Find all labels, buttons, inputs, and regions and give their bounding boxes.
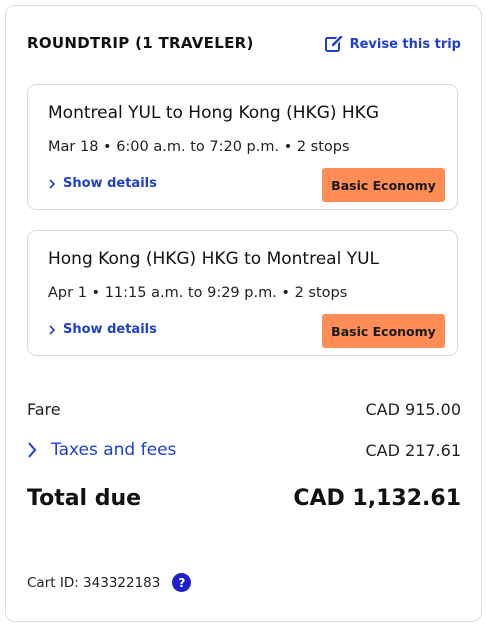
cart-id-text: Cart ID: 343322183: [27, 574, 161, 591]
flight-leg-return: Hong Kong (HKG) HKG to Montreal YUL Apr …: [27, 230, 458, 356]
fare-class-badge: Basic Economy: [322, 168, 445, 202]
total-amount: CAD 1,132.61: [293, 486, 461, 511]
leg-route: Montreal YUL to Hong Kong (HKG) HKG: [48, 103, 380, 123]
total-label: Total due: [27, 486, 142, 511]
taxes-label[interactable]: Taxes and fees: [51, 440, 176, 460]
chevron-right-icon: [49, 324, 56, 335]
leg-route: Hong Kong (HKG) HKG to Montreal YUL: [48, 249, 380, 269]
show-details-label[interactable]: Show details: [63, 322, 157, 337]
taxes-expand-toggle[interactable]: Taxes and fees: [27, 440, 176, 460]
fare-label: Fare: [27, 400, 61, 419]
chevron-right-icon: [28, 442, 37, 458]
trip-type-title: ROUNDTRIP (1 TRAVELER): [27, 34, 254, 52]
revise-trip-link[interactable]: Revise this trip: [324, 34, 461, 54]
leg-times: Mar 18 • 6:00 a.m. to 7:20 p.m. • 2 stop…: [48, 139, 350, 155]
cart-id: Cart ID: 343322183 ?: [27, 573, 192, 592]
total-row: Total due CAD 1,132.61: [27, 486, 461, 511]
fare-row: Fare CAD 915.00: [27, 400, 461, 419]
show-details-button[interactable]: Show details: [48, 322, 157, 337]
help-icon[interactable]: ?: [172, 573, 192, 592]
fare-class-badge: Basic Economy: [322, 314, 445, 348]
revise-trip-label[interactable]: Revise this trip: [350, 37, 461, 52]
taxes-amount: CAD 217.61: [365, 440, 461, 460]
leg-times: Apr 1 • 11:15 a.m. to 9:29 p.m. • 2 stop…: [48, 285, 348, 301]
show-details-label[interactable]: Show details: [63, 176, 157, 191]
flight-leg-outbound: Montreal YUL to Hong Kong (HKG) HKG Mar …: [27, 84, 458, 210]
taxes-row: Taxes and fees CAD 217.61: [27, 440, 461, 460]
fare-amount: CAD 915.00: [365, 400, 461, 419]
trip-summary-card: ROUNDTRIP (1 TRAVELER) Revise this trip …: [5, 5, 482, 622]
edit-icon: [324, 34, 344, 52]
summary-header: ROUNDTRIP (1 TRAVELER) Revise this trip: [27, 34, 461, 58]
show-details-button[interactable]: Show details: [48, 176, 157, 191]
chevron-right-icon: [49, 178, 56, 189]
